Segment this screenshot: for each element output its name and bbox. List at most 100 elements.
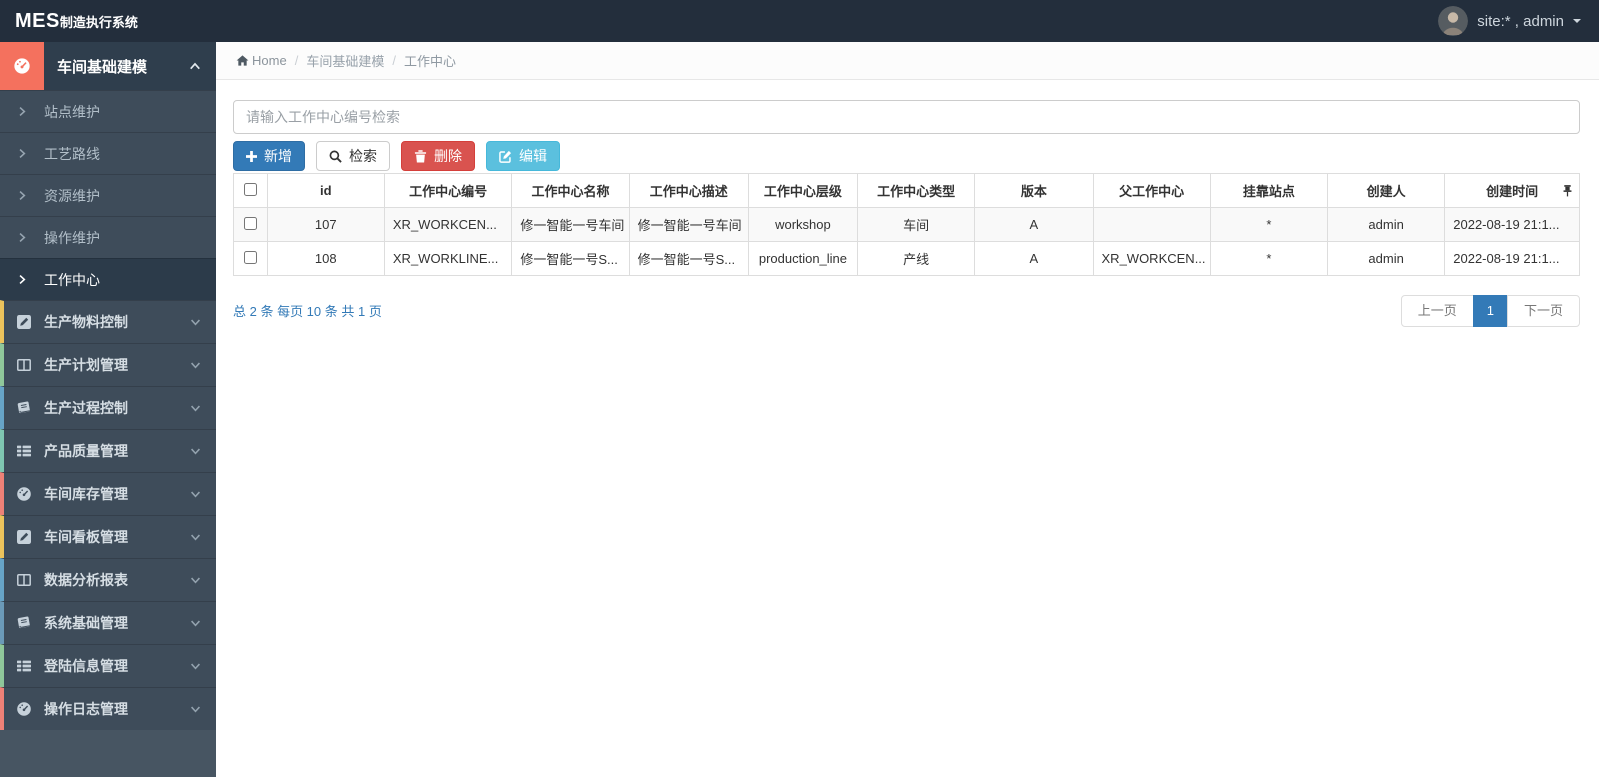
pagination-summary: 总 2 条 每页 10 条 共 1 页 — [233, 304, 382, 320]
pencil-square-icon — [4, 314, 44, 330]
select-all-checkbox[interactable] — [243, 182, 257, 196]
sidebar-subitem-resource-maintenance[interactable]: 资源维护 — [0, 174, 216, 216]
book-icon — [4, 400, 44, 416]
cell-created-time: 2022-08-19 21:1... — [1444, 207, 1580, 242]
sidebar-item-production-plan-management[interactable]: 生产计划管理 — [0, 343, 216, 386]
logo-text-suffix: 制造执行系统 — [59, 14, 138, 30]
sidebar-subitem-label: 工艺路线 — [44, 145, 100, 162]
cell-name: 修一智能一号车间 — [511, 207, 630, 242]
user-avatar — [1438, 6, 1468, 36]
column-header: 挂靠站点 — [1209, 173, 1329, 208]
chevron-right-icon — [0, 148, 44, 159]
page-1-button[interactable]: 1 — [1472, 295, 1508, 327]
cell-description: 修一智能一号车间 — [628, 207, 749, 242]
gauge-icon — [4, 701, 44, 717]
chevron-right-icon — [0, 190, 44, 201]
table-header-row: id 工作中心编号 工作中心名称 工作中心描述 工作中心层级 工作中心类型 版本… — [233, 173, 1580, 208]
sidebar-item-label: 系统基础管理 — [44, 615, 128, 631]
top-header-bar: MES 制造执行系统 site:* , admin — [0, 0, 1599, 42]
sidebar-item-label: 生产计划管理 — [44, 357, 128, 373]
cell-station: * — [1209, 207, 1329, 242]
breadcrumb-separator: / — [392, 53, 396, 68]
column-header: 工作中心类型 — [856, 173, 976, 208]
breadcrumb-home[interactable]: Home — [236, 53, 287, 68]
cell-creator: admin — [1327, 207, 1446, 242]
sidebar-subitem-work-center[interactable]: 工作中心 — [0, 258, 216, 300]
cell-id: 108 — [266, 241, 385, 276]
sidebar-subitem-process-route[interactable]: 工艺路线 — [0, 132, 216, 174]
cell-version: A — [974, 241, 1094, 276]
sidebar-item-data-analysis-report[interactable]: 数据分析报表 — [0, 558, 216, 601]
book-icon — [4, 615, 44, 631]
row-select-checkbox[interactable] — [243, 216, 257, 230]
plus-icon — [246, 151, 257, 162]
logo-text-primary: MES — [15, 9, 60, 32]
sidebar-item-label: 产品质量管理 — [44, 443, 128, 459]
cell-description: 修一智能一号S... — [628, 241, 749, 276]
edit-button-label: 编辑 — [519, 148, 547, 164]
cell-created-time: 2022-08-19 21:1... — [1444, 241, 1580, 276]
pin-icon[interactable] — [1563, 185, 1572, 197]
cell-name: 修一智能一号S... — [511, 241, 630, 276]
chevron-down-icon — [190, 576, 201, 584]
sidebar-subitem-label: 资源维护 — [44, 187, 100, 204]
breadcrumb-home-label: Home — [252, 53, 287, 68]
breadcrumb-level1[interactable]: 车间基础建模 — [306, 51, 384, 70]
cell-parent: XR_WORKCEN... — [1092, 241, 1211, 276]
add-button-label: 新增 — [264, 148, 292, 164]
sidebar-item-label: 生产过程控制 — [44, 400, 128, 416]
sidebar-item-operation-log-management[interactable]: 操作日志管理 — [0, 687, 216, 730]
chevron-up-icon — [189, 42, 216, 90]
column-header: 创建时间 — [1444, 173, 1580, 208]
chevron-down-icon — [190, 404, 201, 412]
chevron-right-icon — [0, 274, 44, 285]
column-header: id — [266, 173, 385, 208]
sidebar-item-label: 登陆信息管理 — [44, 658, 128, 674]
delete-button[interactable]: 删除 — [401, 141, 475, 171]
app-logo: MES 制造执行系统 — [0, 10, 216, 33]
sidebar-item-workshop-inventory-management[interactable]: 车间库存管理 — [0, 472, 216, 515]
work-center-table: id 工作中心编号 工作中心名称 工作中心描述 工作中心层级 工作中心类型 版本… — [233, 173, 1580, 276]
next-page-button[interactable]: 下一页 — [1506, 295, 1580, 327]
sidebar-subitem-label: 站点维护 — [44, 103, 100, 120]
search-button-label: 检索 — [349, 148, 377, 164]
prev-page-button[interactable]: 上一页 — [1400, 295, 1474, 327]
table-row: 108 XR_WORKLINE... 修一智能一号S... 修一智能一号S...… — [233, 241, 1580, 276]
pagination-row: 总 2 条 每页 10 条 共 1 页 上一页 1 下一页 — [233, 295, 1580, 327]
th-list-icon — [4, 658, 44, 674]
search-input[interactable] — [233, 100, 1580, 134]
sidebar-item-workshop-kanban-management[interactable]: 车间看板管理 — [0, 515, 216, 558]
sidebar-subitem-label: 操作维护 — [44, 229, 100, 246]
sidebar-item-system-basic-management[interactable]: 系统基础管理 — [0, 601, 216, 644]
th-list-icon — [4, 443, 44, 459]
cell-level: production_line — [747, 241, 858, 276]
search-icon — [329, 150, 342, 163]
user-menu[interactable]: site:* , admin — [1438, 6, 1599, 36]
column-header: 父工作中心 — [1092, 173, 1211, 208]
sidebar-item-label: 车间看板管理 — [44, 529, 128, 545]
cell-version: A — [974, 207, 1094, 242]
cell-station: * — [1209, 241, 1329, 276]
sidebar-item-label: 车间库存管理 — [44, 486, 128, 502]
chevron-right-icon — [0, 106, 44, 117]
main-content: Home / 车间基础建模 / 工作中心 新增 检索 删除 编辑 — [216, 42, 1599, 777]
add-button[interactable]: 新增 — [233, 141, 305, 171]
sidebar-subitem-operation-maintenance[interactable]: 操作维护 — [0, 216, 216, 258]
sidebar-item-production-material-control[interactable]: 生产物料控制 — [0, 300, 216, 343]
chevron-down-icon — [190, 447, 201, 455]
sidebar-item-product-quality-management[interactable]: 产品质量管理 — [0, 429, 216, 472]
row-select-checkbox[interactable] — [243, 250, 257, 264]
sidebar-subitem-label: 工作中心 — [44, 271, 100, 288]
sidebar-subitem-station-maintenance[interactable]: 站点维护 — [0, 90, 216, 132]
trash-icon — [414, 150, 427, 163]
edit-button[interactable]: 编辑 — [486, 141, 560, 171]
search-button[interactable]: 检索 — [316, 141, 390, 171]
sidebar-item-login-info-management[interactable]: 登陆信息管理 — [0, 644, 216, 687]
sidebar: 车间基础建模 站点维护 工艺路线 资源维护 操作维护 工作中心 生产物料控制 生… — [0, 42, 216, 777]
sidebar-item-workshop-modeling[interactable]: 车间基础建模 — [0, 42, 216, 90]
chevron-down-icon — [190, 662, 201, 670]
user-label: site:* , admin — [1477, 12, 1564, 30]
sidebar-item-production-process-control[interactable]: 生产过程控制 — [0, 386, 216, 429]
gauge-icon — [0, 42, 44, 90]
chevron-down-icon — [190, 490, 201, 498]
